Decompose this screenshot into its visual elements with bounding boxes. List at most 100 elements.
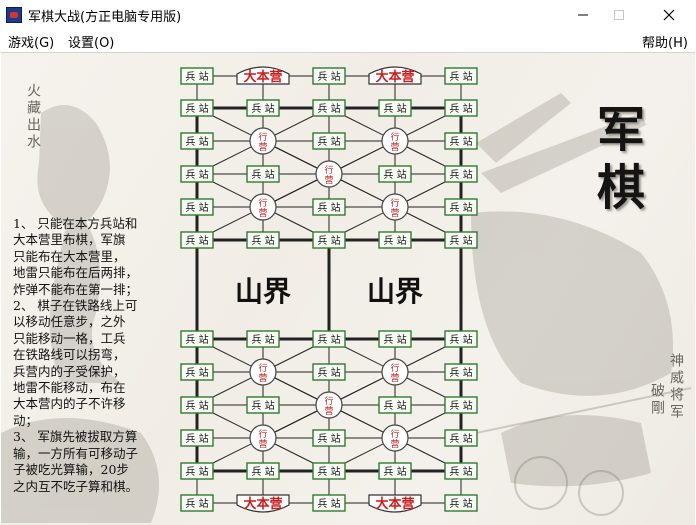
post-cell[interactable]: 兵 站 bbox=[180, 363, 214, 381]
camp-cell[interactable]: 行营 bbox=[249, 424, 277, 452]
post-cell[interactable]: 兵 站 bbox=[180, 165, 214, 183]
post-cell[interactable]: 兵 站 bbox=[246, 396, 280, 414]
post-label: 兵 站 bbox=[251, 399, 274, 412]
post-cell[interactable]: 兵 站 bbox=[312, 132, 346, 150]
post-label: 兵 站 bbox=[317, 234, 340, 247]
camp-cell[interactable]: 行营 bbox=[381, 424, 409, 452]
headquarters-cell[interactable]: 大本营 bbox=[236, 494, 290, 513]
camp-label: 营 bbox=[258, 438, 267, 450]
post-cell[interactable]: 兵 站 bbox=[444, 494, 478, 512]
post-cell[interactable]: 兵 站 bbox=[312, 198, 346, 216]
post-label: 兵 站 bbox=[449, 333, 472, 346]
post-cell[interactable]: 兵 站 bbox=[312, 494, 346, 512]
post-label: 兵 站 bbox=[317, 432, 340, 445]
post-label: 兵 站 bbox=[185, 497, 208, 510]
post-cell[interactable]: 兵 站 bbox=[246, 462, 280, 480]
post-label: 兵 站 bbox=[449, 70, 472, 83]
post-cell[interactable]: 兵 站 bbox=[180, 396, 214, 414]
post-label: 兵 站 bbox=[185, 234, 208, 247]
post-cell[interactable]: 兵 站 bbox=[444, 363, 478, 381]
menu-help[interactable]: 帮助(H) bbox=[642, 32, 688, 51]
post-cell[interactable]: 兵 站 bbox=[312, 462, 346, 480]
camp-label: 营 bbox=[258, 372, 267, 384]
post-label: 兵 站 bbox=[185, 201, 208, 214]
post-cell[interactable]: 兵 站 bbox=[180, 330, 214, 348]
post-cell[interactable]: 兵 站 bbox=[312, 429, 346, 447]
post-cell[interactable]: 兵 站 bbox=[180, 67, 214, 85]
maximize-button[interactable] bbox=[596, 0, 642, 30]
post-cell[interactable]: 兵 站 bbox=[312, 363, 346, 381]
camp-label: 营 bbox=[390, 141, 399, 153]
camp-cell[interactable]: 行营 bbox=[315, 160, 343, 188]
maximize-icon bbox=[614, 10, 624, 20]
post-cell[interactable]: 兵 站 bbox=[180, 99, 214, 117]
post-cell[interactable]: 兵 站 bbox=[444, 429, 478, 447]
post-label: 兵 站 bbox=[449, 497, 472, 510]
camp-label: 营 bbox=[258, 207, 267, 219]
headquarters-cell[interactable]: 大本营 bbox=[236, 66, 290, 85]
camp-cell[interactable]: 行营 bbox=[381, 358, 409, 386]
post-cell[interactable]: 兵 站 bbox=[312, 99, 346, 117]
post-cell[interactable]: 兵 站 bbox=[444, 132, 478, 150]
post-cell[interactable]: 兵 站 bbox=[246, 165, 280, 183]
post-label: 兵 站 bbox=[317, 333, 340, 346]
post-cell[interactable]: 兵 站 bbox=[378, 165, 412, 183]
post-cell[interactable]: 兵 站 bbox=[444, 99, 478, 117]
post-label: 兵 站 bbox=[317, 366, 340, 379]
camp-cell[interactable]: 行营 bbox=[315, 391, 343, 419]
post-cell[interactable]: 兵 站 bbox=[312, 231, 346, 249]
camp-cell[interactable]: 行营 bbox=[249, 127, 277, 155]
close-button[interactable] bbox=[646, 0, 692, 30]
post-cell[interactable]: 兵 站 bbox=[180, 231, 214, 249]
menu-game[interactable]: 游戏(G) bbox=[8, 32, 54, 51]
camp-cell[interactable]: 行营 bbox=[249, 193, 277, 221]
post-label: 兵 站 bbox=[251, 168, 274, 181]
post-cell[interactable]: 兵 站 bbox=[444, 67, 478, 85]
camp-label: 行 bbox=[390, 428, 399, 440]
menu-settings[interactable]: 设置(O) bbox=[68, 32, 114, 51]
post-cell[interactable]: 兵 站 bbox=[180, 132, 214, 150]
camp-label: 行 bbox=[258, 362, 267, 374]
camp-cell[interactable]: 行营 bbox=[381, 193, 409, 221]
post-cell[interactable]: 兵 站 bbox=[312, 67, 346, 85]
post-cell[interactable]: 兵 站 bbox=[444, 330, 478, 348]
post-label: 兵 站 bbox=[317, 135, 340, 148]
post-cell[interactable]: 兵 站 bbox=[312, 330, 346, 348]
post-cell[interactable]: 兵 站 bbox=[180, 429, 214, 447]
post-label: 兵 站 bbox=[383, 465, 406, 478]
post-cell[interactable]: 兵 站 bbox=[378, 462, 412, 480]
post-label: 兵 站 bbox=[317, 465, 340, 478]
post-label: 兵 站 bbox=[185, 168, 208, 181]
post-cell[interactable]: 兵 站 bbox=[180, 462, 214, 480]
post-cell[interactable]: 兵 站 bbox=[378, 396, 412, 414]
headquarters-cell[interactable]: 大本营 bbox=[368, 494, 422, 513]
post-cell[interactable]: 兵 站 bbox=[444, 462, 478, 480]
post-cell[interactable]: 兵 站 bbox=[180, 494, 214, 512]
post-label: 兵 站 bbox=[317, 102, 340, 115]
post-label: 兵 站 bbox=[251, 465, 274, 478]
river-label: 山界 bbox=[367, 275, 423, 308]
camp-label: 行 bbox=[258, 131, 267, 143]
post-cell[interactable]: 兵 站 bbox=[378, 231, 412, 249]
post-cell[interactable]: 兵 站 bbox=[246, 99, 280, 117]
post-cell[interactable]: 兵 站 bbox=[444, 198, 478, 216]
camp-cell[interactable]: 行营 bbox=[249, 358, 277, 386]
post-label: 兵 站 bbox=[383, 102, 406, 115]
post-cell[interactable]: 兵 站 bbox=[378, 330, 412, 348]
post-cell[interactable]: 兵 站 bbox=[180, 198, 214, 216]
post-cell[interactable]: 兵 站 bbox=[444, 231, 478, 249]
post-cell[interactable]: 兵 站 bbox=[246, 330, 280, 348]
post-label: 兵 站 bbox=[317, 201, 340, 214]
post-cell[interactable]: 兵 站 bbox=[444, 396, 478, 414]
post-label: 兵 站 bbox=[449, 201, 472, 214]
post-cell[interactable]: 兵 站 bbox=[246, 231, 280, 249]
game-board[interactable]: 山界 山界兵 站大本营兵 站大本营兵 站兵 站兵 站兵 站兵 站兵 站兵 站行营兵… bbox=[1, 53, 695, 525]
post-cell[interactable]: 兵 站 bbox=[378, 99, 412, 117]
headquarters-cell[interactable]: 大本营 bbox=[368, 66, 422, 85]
post-label: 兵 站 bbox=[251, 234, 274, 247]
camp-cell[interactable]: 行营 bbox=[381, 127, 409, 155]
camp-label: 行 bbox=[258, 197, 267, 209]
post-label: 兵 站 bbox=[383, 168, 406, 181]
post-cell[interactable]: 兵 站 bbox=[444, 165, 478, 183]
post-label: 兵 站 bbox=[449, 234, 472, 247]
